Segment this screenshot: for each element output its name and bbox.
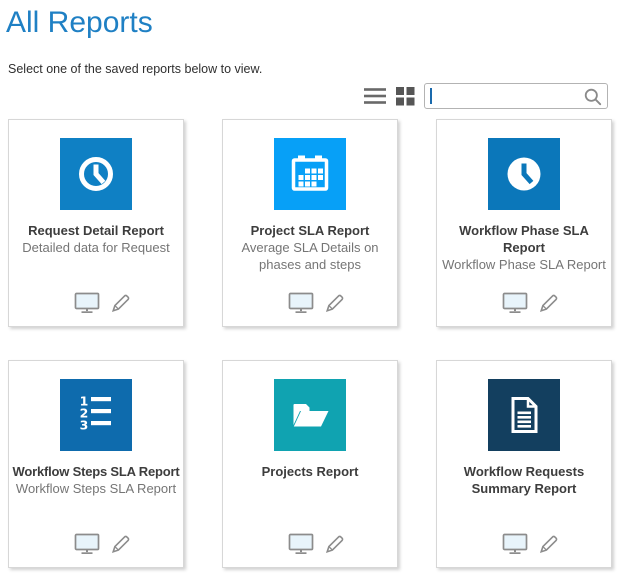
clock-outline-icon bbox=[60, 138, 132, 210]
report-subtitle: Average SLA Details on phases and steps bbox=[223, 240, 397, 274]
monitor-icon bbox=[288, 533, 314, 555]
report-card-workflow-requests-summary[interactable]: Workflow Requests Summary Report bbox=[436, 360, 612, 568]
clock-solid-icon bbox=[488, 138, 560, 210]
monitor-icon bbox=[502, 292, 528, 314]
view-report-button[interactable] bbox=[74, 533, 100, 555]
report-card-workflow-steps-sla[interactable]: 1 2 3 Workflow Steps SLA Report Workflow… bbox=[8, 360, 184, 568]
report-title: Workflow Phase SLA Report bbox=[454, 223, 594, 257]
edit-report-button[interactable] bbox=[324, 533, 346, 555]
monitor-icon bbox=[502, 533, 528, 555]
card-actions bbox=[444, 533, 618, 555]
calendar-icon bbox=[274, 138, 346, 210]
edit-report-button[interactable] bbox=[110, 533, 132, 555]
view-report-button[interactable] bbox=[502, 533, 528, 555]
toolbar bbox=[0, 82, 608, 110]
edit-report-button[interactable] bbox=[538, 533, 560, 555]
card-actions bbox=[230, 533, 404, 555]
report-card-request-detail[interactable]: Request Detail Report Detailed data for … bbox=[8, 119, 184, 327]
pencil-icon bbox=[110, 292, 132, 314]
view-report-button[interactable] bbox=[502, 292, 528, 314]
pencil-icon bbox=[110, 533, 132, 555]
pencil-icon bbox=[538, 533, 560, 555]
view-report-button[interactable] bbox=[288, 533, 314, 555]
open-folder-icon bbox=[274, 379, 346, 451]
reports-grid: Request Detail Report Detailed data for … bbox=[8, 119, 628, 568]
monitor-icon bbox=[74, 533, 100, 555]
edit-report-button[interactable] bbox=[538, 292, 560, 314]
card-actions bbox=[16, 533, 190, 555]
search-icon bbox=[583, 87, 603, 107]
report-card-project-sla[interactable]: Project SLA Report Average SLA Details o… bbox=[222, 119, 398, 327]
report-card-workflow-phase-sla[interactable]: Workflow Phase SLA Report Workflow Phase… bbox=[436, 119, 612, 327]
view-report-button[interactable] bbox=[288, 292, 314, 314]
report-card-projects[interactable]: Projects Report bbox=[222, 360, 398, 568]
report-title: Workflow Requests Summary Report bbox=[437, 464, 611, 498]
card-actions bbox=[230, 292, 404, 314]
grid-view-button[interactable] bbox=[396, 87, 415, 106]
document-icon bbox=[488, 379, 560, 451]
numbered-list-icon: 1 2 3 bbox=[60, 379, 132, 451]
search-box bbox=[424, 83, 608, 109]
report-subtitle: Workflow Steps SLA Report bbox=[9, 481, 183, 498]
pencil-icon bbox=[324, 292, 346, 314]
monitor-icon bbox=[288, 292, 314, 314]
view-report-button[interactable] bbox=[74, 292, 100, 314]
list-view-icon bbox=[363, 86, 387, 106]
card-actions bbox=[444, 292, 618, 314]
report-subtitle: Workflow Phase SLA Report bbox=[437, 257, 611, 274]
report-title: Workflow Steps SLA Report bbox=[9, 464, 183, 481]
grid-view-icon bbox=[396, 87, 415, 106]
search-button[interactable] bbox=[583, 87, 603, 107]
report-subtitle: Detailed data for Request bbox=[9, 240, 183, 257]
text-cursor bbox=[430, 88, 432, 104]
pencil-icon bbox=[324, 533, 346, 555]
edit-report-button[interactable] bbox=[324, 292, 346, 314]
edit-report-button[interactable] bbox=[110, 292, 132, 314]
report-title: Project SLA Report bbox=[223, 223, 397, 240]
pencil-icon bbox=[538, 292, 560, 314]
page-subtitle: Select one of the saved reports below to… bbox=[8, 62, 628, 76]
report-title: Projects Report bbox=[223, 464, 397, 481]
list-view-button[interactable] bbox=[363, 86, 387, 106]
report-title: Request Detail Report bbox=[9, 223, 183, 240]
monitor-icon bbox=[74, 292, 100, 314]
search-input[interactable] bbox=[424, 83, 608, 109]
svg-text:3: 3 bbox=[80, 418, 89, 433]
card-actions bbox=[16, 292, 190, 314]
page-title: All Reports bbox=[0, 0, 628, 40]
